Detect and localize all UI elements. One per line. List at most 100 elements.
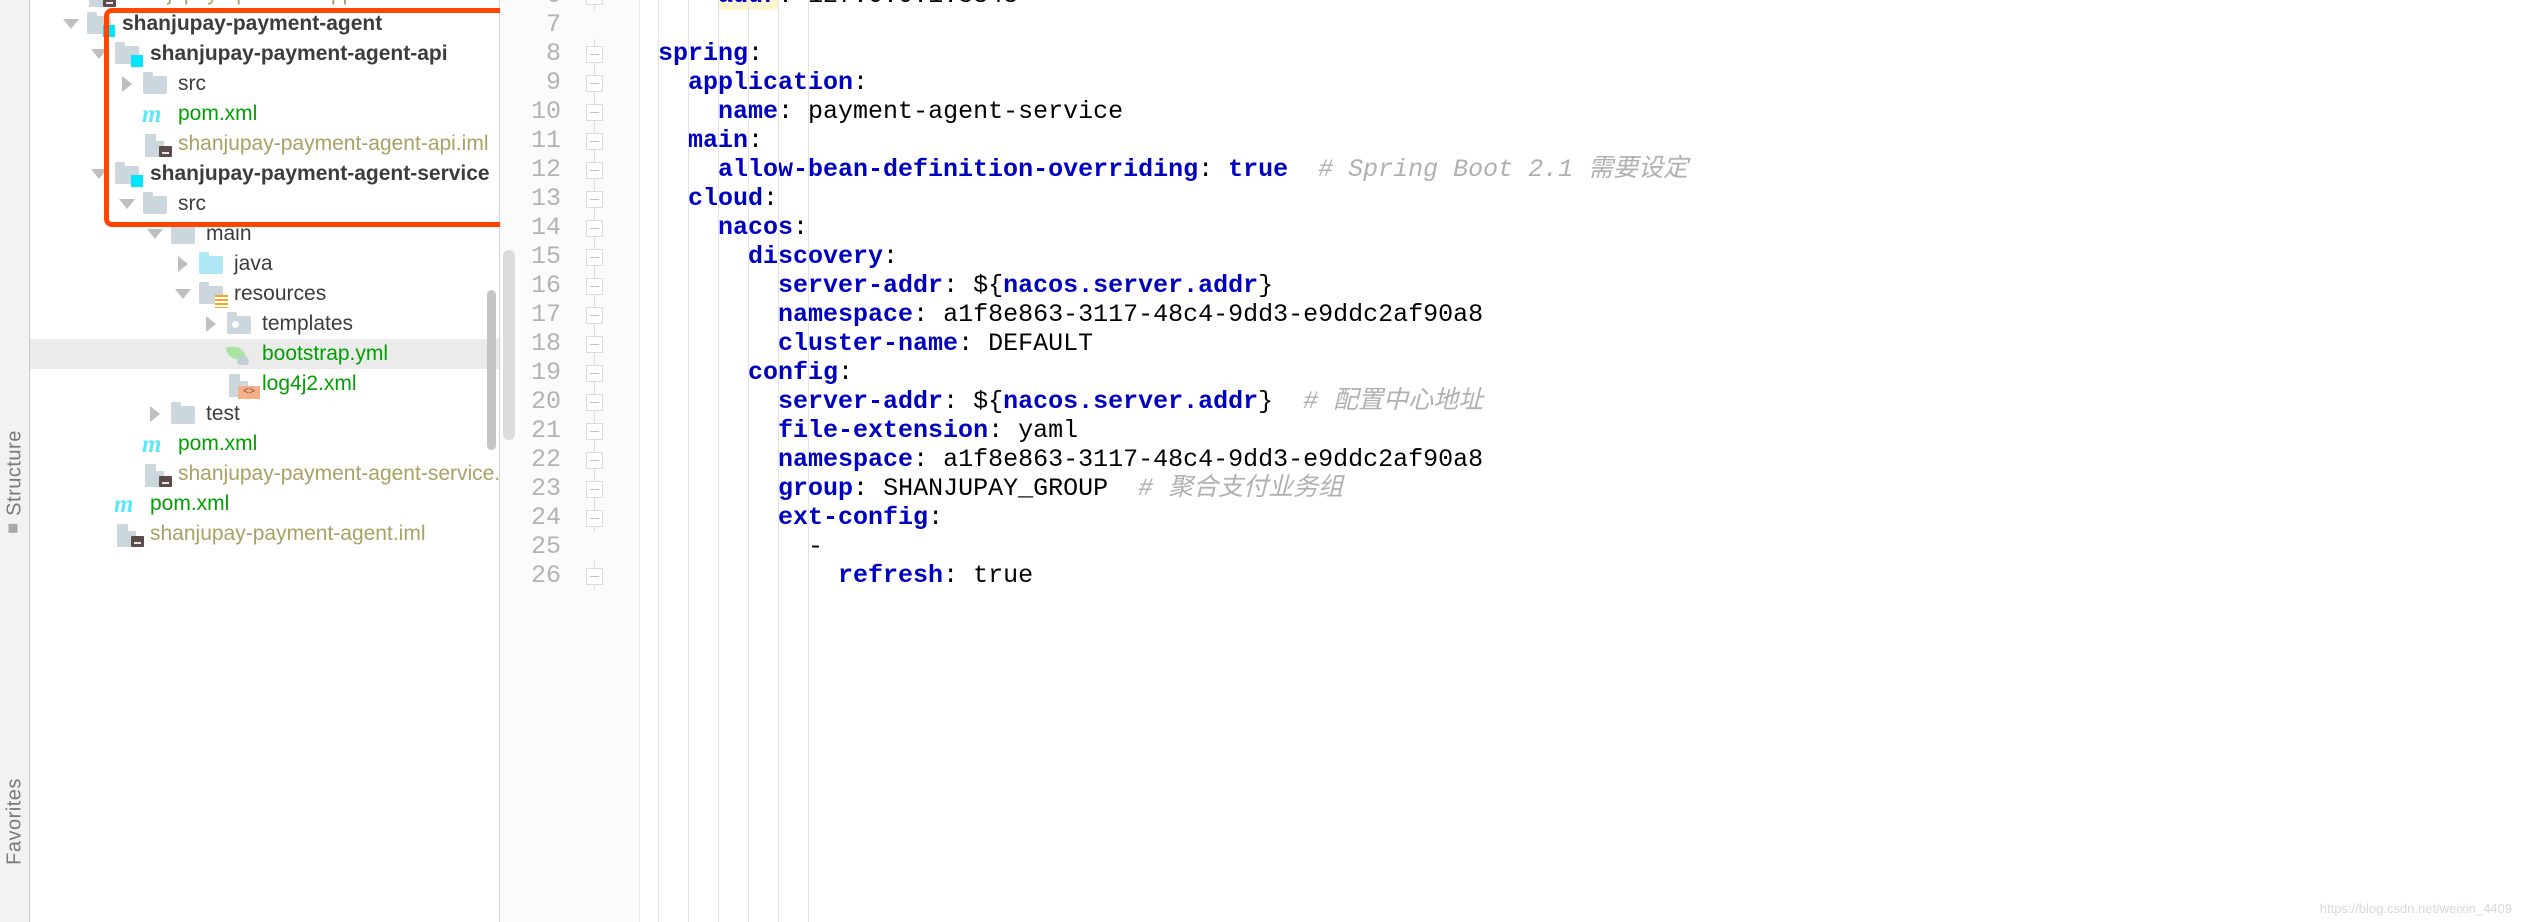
yaml-key: ext-config [778,503,929,532]
tree-row[interactable]: shanjupay-payment-agent-service.iml [30,459,500,489]
code-line[interactable]: namespace: a1f8e863-3117-48c4-9dd3-e9ddc… [658,300,1483,329]
code-line[interactable]: refresh: true [658,561,1033,590]
code-fold-marker[interactable] [581,474,607,503]
tree-row-label: shanjupay-operation-application.iml [120,0,452,6]
yaml-separator: : [988,416,1019,445]
chevron-right-icon[interactable] [142,406,168,422]
code-editor[interactable]: 67891011121314151617181920212223242526 a… [500,0,2526,922]
chevron-down-icon[interactable] [86,169,112,179]
code-line[interactable]: application: [658,68,868,97]
yaml-key: allow-bean-definition-overriding [718,155,1199,184]
line-number: 14 [530,213,561,242]
code-fold-marker[interactable] [581,155,607,184]
editor-gutter[interactable]: 67891011121314151617181920212223242526 [500,0,640,922]
project-tree[interactable]: shanjupay-operation-application.iml shanj… [30,0,500,549]
indent-guide [718,0,719,922]
tree-row[interactable]: m pom.xml [30,99,500,129]
tree-row[interactable]: src [30,189,500,219]
chevron-down-icon[interactable] [114,199,140,209]
code-fold-marker[interactable] [581,213,607,242]
line-number: 25 [530,532,561,561]
code-fold-marker[interactable] [581,416,607,445]
tree-row[interactable]: templates [30,309,500,339]
chevron-down-icon[interactable] [142,229,168,239]
code-line[interactable]: - [658,532,823,561]
code-fold-marker[interactable] [581,0,607,10]
yaml-value: ${ [973,271,1004,300]
yaml-key: server-addr [778,271,944,300]
code-line[interactable]: file-extension: yaml [658,416,1078,445]
chevron-down-icon[interactable] [170,289,196,299]
code-line[interactable]: allow-bean-definition-overriding: true #… [658,155,1688,184]
tree-row[interactable]: src [30,69,500,99]
code-fold-marker[interactable] [581,126,607,155]
code-fold-marker[interactable] [581,358,607,387]
code-line[interactable]: server-addr: ${nacos.server.addr} [658,271,1273,300]
tree-row[interactable]: shanjupay-payment-agent-service [30,159,500,189]
project-tree-panel[interactable]: shanjupay-operation-application.iml shanj… [30,0,500,922]
yaml-separator: : [778,97,809,126]
code-line[interactable]: nacos: [658,213,808,242]
code-fold-marker[interactable] [581,503,607,532]
code-fold-marker[interactable] [581,561,607,590]
tree-row[interactable]: m pom.xml [30,489,500,519]
tree-row[interactable]: test [30,399,500,429]
tree-row[interactable]: java [30,249,500,279]
tree-row[interactable]: shanjupay-payment-agent-api [30,39,500,69]
yaml-separator: : [913,445,944,474]
tree-row[interactable]: shanjupay-payment-agent.iml [30,519,500,549]
tree-row[interactable]: bootstrap.yml [30,339,500,369]
yaml-key: group [778,474,854,503]
code-line[interactable]: ext-config: [658,503,943,532]
code-fold-marker[interactable] [581,242,607,271]
code-fold-marker[interactable] [581,387,607,416]
code-line[interactable]: namespace: a1f8e863-3117-48c4-9dd3-e9ddc… [658,445,1483,474]
yaml-separator: : [928,503,944,532]
code-fold-marker[interactable] [581,445,607,474]
file-iml-icon [84,0,116,7]
code-fold-marker[interactable] [581,39,607,68]
code-fold-marker[interactable] [581,97,607,126]
tree-scrollbar[interactable] [487,290,496,450]
tree-row-label: shanjupay-payment-agent-api.iml [178,132,489,155]
yaml-value: a1f8e863-3117-48c4-9dd3-e9ddc2af90a8 [943,445,1484,474]
chevron-down-icon[interactable] [58,19,84,29]
yaml-value: true [1228,155,1289,184]
yaml-key: cluster-name [778,329,959,358]
code-fold-marker[interactable] [581,271,607,300]
indent-guide [688,0,689,922]
code-line[interactable]: cluster-name: DEFAULT [658,329,1093,358]
code-fold-marker[interactable] [581,300,607,329]
yaml-value: a1f8e863-3117-48c4-9dd3-e9ddc2af90a8 [943,300,1484,329]
yaml-key: application [688,68,854,97]
code-fold-marker[interactable] [581,68,607,97]
tree-row[interactable]: <> log4j2.xml [30,369,500,399]
chevron-right-icon[interactable] [114,76,140,92]
code-fold-marker[interactable] [581,329,607,358]
chevron-right-icon[interactable] [170,256,196,272]
editor-code-area[interactable]: addr: 127.0.0.1:8848 spring: application:… [640,0,2526,922]
folder-resources-icon [196,282,228,308]
tree-row-label: templates [262,312,354,335]
code-line[interactable]: name: payment-agent-service [658,97,1123,126]
code-fold-marker[interactable] [581,184,607,213]
folder-module-icon [112,162,143,187]
tree-row[interactable]: main [30,219,500,249]
code-line[interactable]: addr: 127.0.0.1:8848 [658,0,1018,10]
tree-row-label: shanjupay-payment-agent-service.iml [178,462,500,485]
yaml-separator: : [943,271,974,300]
tree-row[interactable]: resources [30,279,500,309]
tree-row[interactable]: shanjupay-payment-agent-api.iml [30,129,500,159]
tree-row[interactable]: shanjupay-payment-agent [30,9,500,39]
chevron-right-icon[interactable] [198,316,224,332]
chevron-down-icon[interactable] [86,49,112,59]
line-number: 10 [530,97,561,126]
tree-row[interactable]: shanjupay-operation-application.iml [30,0,500,9]
tree-row[interactable]: m pom.xml [30,429,500,459]
code-line[interactable]: server-addr: ${nacos.server.addr} # 配置中心… [658,387,1483,416]
tool-button-favorites[interactable]: Favorites [3,778,26,865]
tool-button-structure[interactable]: Structure [3,430,26,533]
yaml-separator: : [883,242,899,271]
structure-label: Structure [3,430,25,516]
code-line[interactable]: group: SHANJUPAY_GROUP # 聚合支付业务组 [658,474,1343,503]
